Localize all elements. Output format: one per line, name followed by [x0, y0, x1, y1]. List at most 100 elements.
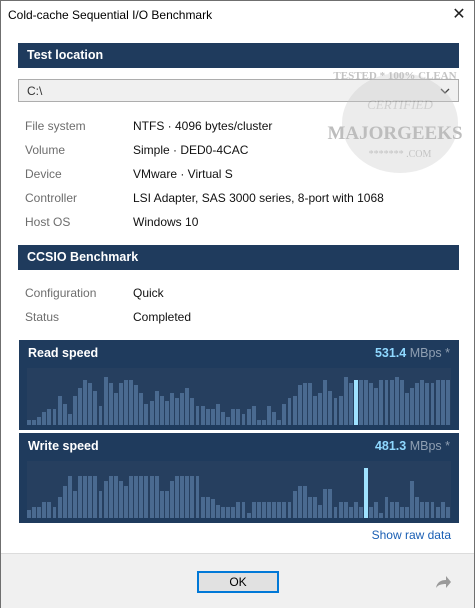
write-speed-bar: [185, 476, 190, 518]
read-speed-bar: [318, 393, 323, 425]
read-speed-bar: [302, 383, 307, 425]
read-speed-bars: [27, 368, 451, 425]
write-speed-bar: [67, 476, 72, 518]
read-speed-bar: [180, 393, 185, 425]
read-speed-bar: [67, 414, 72, 425]
read-speed-bar: [389, 380, 394, 425]
read-speed-bar: [328, 391, 333, 425]
write-speed-bar: [405, 507, 409, 518]
volume-value: Simple · DED0-4CAC: [133, 143, 249, 157]
svg-text:CERTIFIED: CERTIFIED: [367, 97, 433, 112]
write-speed-bar: [318, 505, 323, 518]
write-speed-bar: [236, 502, 241, 518]
read-speed-bar: [231, 409, 236, 425]
write-speed-bar: [32, 507, 37, 518]
benchmark-header: CCSIO Benchmark: [18, 245, 459, 270]
file-system-value: NTFS · 4096 bytes/cluster: [133, 119, 273, 133]
write-speed-bar: [277, 502, 282, 518]
write-speed-bar: [374, 502, 379, 518]
read-speed-bar: [445, 380, 450, 425]
read-speed-bar: [164, 401, 169, 425]
write-speed-bar: [415, 497, 420, 518]
write-speed-bar: [226, 507, 231, 518]
read-speed-bar: [241, 414, 246, 425]
read-speed-bar: [267, 406, 271, 425]
read-speed-bar: [333, 398, 338, 425]
read-speed-bar: [313, 396, 317, 425]
write-speed-bar: [435, 507, 440, 518]
write-speed-bar: [190, 476, 195, 518]
read-speed-bar: [149, 401, 154, 425]
write-speed-bar: [124, 486, 128, 518]
read-speed-bar: [175, 398, 180, 425]
status-label: Status: [25, 310, 60, 324]
read-speed-readout: 531.4 MBps *: [375, 346, 450, 360]
write-speed-bar: [205, 497, 210, 518]
read-speed-bar: [47, 409, 52, 425]
write-speed-bar: [164, 491, 169, 518]
drive-select-value: C:\: [27, 84, 43, 98]
write-speed-bar: [88, 476, 93, 518]
close-button[interactable]: ✕: [450, 6, 468, 24]
read-speed-bar: [307, 383, 312, 425]
read-speed-title: Read speed: [28, 346, 99, 360]
write-speed-bars: [27, 461, 451, 518]
write-speed-bar: [154, 476, 159, 518]
read-speed-bar: [27, 420, 31, 425]
write-speed-readout: 481.3 MBps *: [375, 439, 450, 453]
read-speed-bar: [338, 396, 343, 425]
write-speed-bar: [83, 476, 88, 518]
read-speed-bar: [435, 380, 440, 425]
write-speed-bar: [98, 491, 103, 518]
write-speed-bar: [118, 481, 123, 518]
read-speed-panel: Read speed 531.4 MBps *: [19, 340, 459, 430]
read-speed-bar: [246, 409, 251, 425]
read-speed-bar: [103, 377, 108, 425]
read-speed-bar: [57, 396, 62, 425]
write-speed-bar: [149, 476, 154, 518]
read-speed-bar: [297, 385, 302, 425]
title-bar: Cold-cache Sequential I/O Benchmark ✕: [1, 1, 474, 28]
svg-text:TESTED * 100% CLEAN: TESTED * 100% CLEAN: [333, 70, 456, 82]
read-speed-bar: [364, 380, 369, 425]
read-speed-bar: [83, 380, 88, 425]
read-speed-bar: [139, 393, 144, 425]
read-speed-bar: [353, 380, 358, 425]
write-speed-bar: [52, 507, 57, 518]
benchmark-window: Cold-cache Sequential I/O Benchmark ✕ Te…: [0, 0, 475, 608]
write-speed-bar: [170, 481, 174, 518]
write-speed-bar: [359, 507, 363, 518]
write-speed-bar: [297, 486, 302, 518]
show-raw-data-link[interactable]: Show raw data: [372, 528, 451, 542]
write-speed-bar: [389, 502, 394, 518]
read-speed-bar: [124, 380, 128, 425]
read-speed-bar: [210, 409, 215, 425]
read-speed-bar: [384, 380, 389, 425]
write-speed-bar: [267, 502, 271, 518]
write-speed-bar: [430, 502, 435, 518]
write-speed-bar: [440, 502, 445, 518]
ok-button[interactable]: OK: [197, 571, 279, 593]
write-speed-bar: [241, 502, 246, 518]
write-speed-bar: [72, 491, 77, 518]
write-speed-bar: [323, 489, 328, 518]
configuration-value: Quick: [133, 286, 164, 300]
write-speed-bar: [200, 497, 205, 518]
device-label: Device: [25, 167, 62, 181]
configuration-label: Configuration: [25, 286, 97, 300]
file-system-label: File system: [25, 119, 86, 133]
read-speed-bar: [287, 398, 292, 425]
read-speed-bar: [52, 409, 57, 425]
read-speed-bar: [348, 383, 353, 425]
write-speed-bar: [42, 502, 47, 518]
write-speed-bar: [333, 507, 338, 518]
write-speed-bar: [261, 502, 266, 518]
write-speed-bar: [394, 502, 399, 518]
write-speed-bar: [287, 502, 292, 518]
read-speed-bar: [261, 420, 266, 425]
write-speed-bar: [175, 476, 180, 518]
read-speed-unit: MBps *: [409, 346, 450, 360]
write-speed-bar: [216, 505, 220, 518]
write-speed-bar: [134, 476, 139, 518]
share-arrow-icon[interactable]: [434, 574, 452, 590]
